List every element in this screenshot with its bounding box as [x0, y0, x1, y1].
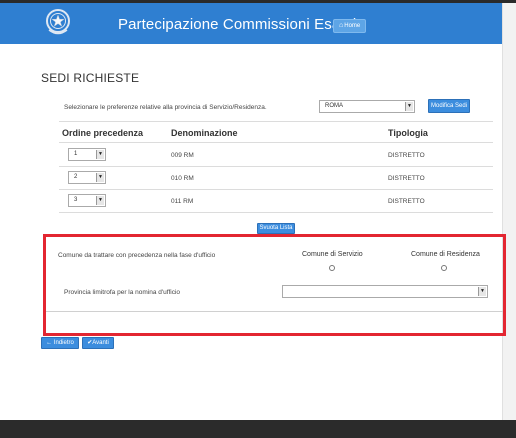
site-name: 010 RM [171, 175, 194, 182]
site-name: 009 RM [171, 152, 194, 159]
site-type: DISTRETTO [388, 152, 425, 159]
preference-label: Selezionare le preferenze relative alla … [64, 104, 267, 111]
column-header-name: Denominazione [171, 128, 238, 138]
order-select[interactable]: 2 ▼ [68, 171, 106, 184]
highlight-box [43, 234, 506, 336]
clear-list-button[interactable]: Svuota Lista [257, 223, 295, 234]
chevron-down-icon: ▼ [405, 102, 413, 111]
app-header: Partecipazione Commissioni Esami ⌂Home [0, 3, 502, 44]
site-name: 011 RM [171, 198, 194, 205]
order-select[interactable]: 1 ▼ [68, 148, 106, 161]
back-button[interactable]: ← Indietro [41, 337, 79, 349]
page-title: SEDI RICHIESTE [41, 71, 140, 85]
back-button-label: Indietro [53, 340, 74, 346]
chevron-down-icon: ▼ [96, 173, 104, 182]
order-select[interactable]: 3 ▼ [68, 194, 106, 207]
home-button[interactable]: ⌂Home [333, 19, 367, 33]
column-header-type: Tipologia [388, 128, 428, 138]
table-divider [59, 189, 493, 190]
table-divider [59, 121, 493, 122]
order-select-value: 1 [74, 151, 78, 157]
app-title: Partecipazione Commissioni Esami [118, 16, 357, 33]
home-icon: ⌂ [339, 22, 344, 29]
chevron-down-icon: ▼ [96, 150, 104, 159]
table-divider [59, 142, 493, 143]
arrow-left-icon: ← [46, 340, 54, 346]
modify-sites-button[interactable]: Modifica Sedi [428, 99, 470, 113]
order-select-value: 2 [74, 174, 78, 180]
order-select-value: 3 [74, 197, 78, 203]
next-button-label: Avanti [92, 340, 109, 346]
province-select[interactable]: ROMA ▼ [319, 100, 415, 113]
table-divider [59, 212, 493, 213]
next-button[interactable]: ✔Avanti [82, 337, 114, 349]
chevron-down-icon: ▼ [96, 196, 104, 205]
page-scrollbar[interactable] [502, 3, 516, 423]
province-select-value: ROMA [325, 103, 343, 109]
column-header-order: Ordine precedenza [62, 128, 144, 138]
site-type: DISTRETTO [388, 175, 425, 182]
home-button-label: Home [344, 23, 361, 29]
site-type: DISTRETTO [388, 198, 425, 205]
page-footer [0, 420, 516, 438]
italian-republic-emblem-icon [46, 9, 70, 35]
table-divider [59, 166, 493, 167]
